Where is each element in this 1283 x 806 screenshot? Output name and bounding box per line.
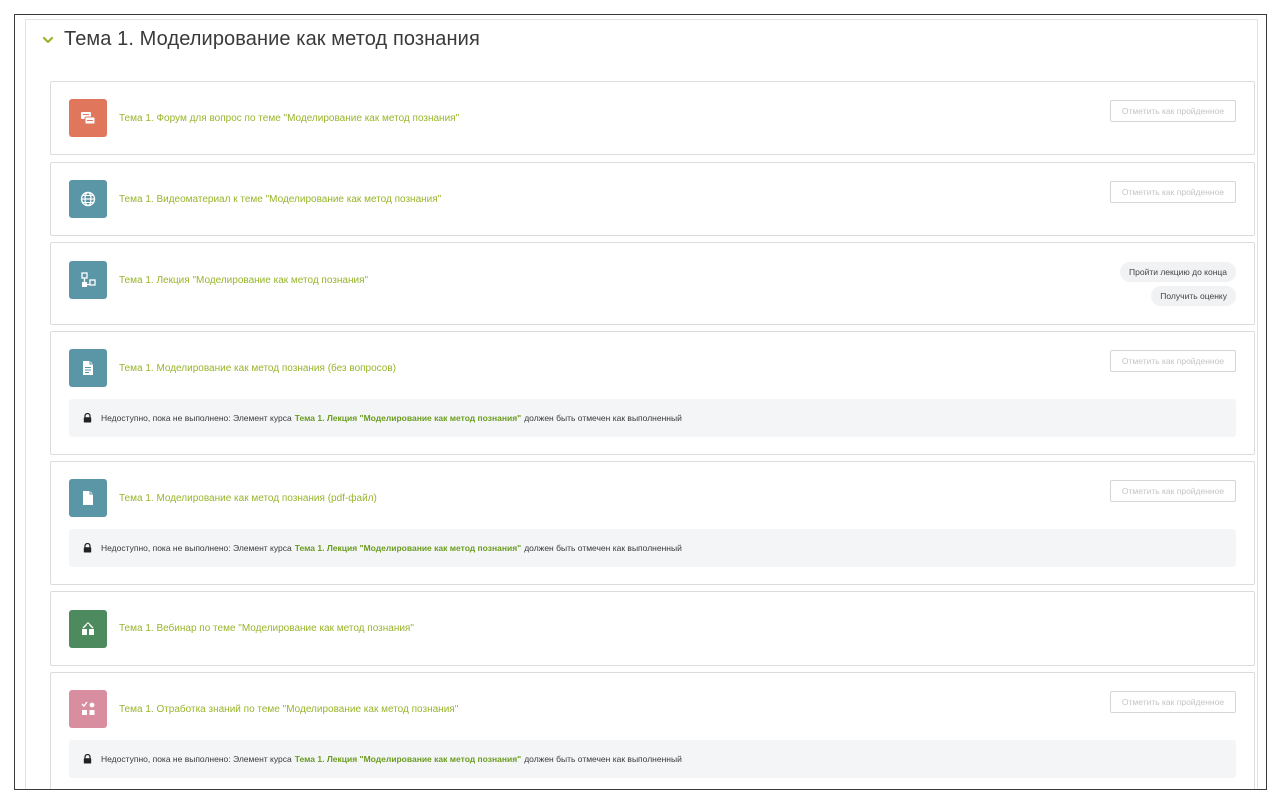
restriction-link[interactable]: Тема 1. Лекция "Моделирование как метод …: [295, 413, 521, 423]
mark-complete-button[interactable]: Отметить как пройденное: [1110, 100, 1236, 122]
activity-video: Тема 1. Видеоматериал к теме "Моделирова…: [50, 162, 1255, 236]
activity-link[interactable]: Тема 1. Отработка знаний по теме "Модели…: [119, 704, 458, 715]
completion-requirement-badge: Пройти лекцию до конца: [1120, 262, 1236, 282]
completion-requirement-badge: Получить оценку: [1151, 286, 1236, 306]
activity-link[interactable]: Тема 1. Вебинар по теме "Моделирование к…: [119, 623, 414, 634]
activity-link[interactable]: Тема 1. Лекция "Моделирование как метод …: [119, 275, 368, 286]
activity-lesson: Тема 1. Лекция "Моделирование как метод …: [50, 242, 1255, 325]
section-title: Тема 1. Моделирование как метод познания: [64, 28, 480, 50]
activity-quiz: Тема 1. Отработка знаний по теме "Модели…: [50, 672, 1255, 789]
activity-link[interactable]: Тема 1. Форум для вопрос по теме "Модели…: [119, 113, 459, 124]
file-icon[interactable]: [69, 479, 107, 517]
webinar-icon[interactable]: [69, 610, 107, 648]
course-frame: Тема 1. Моделирование как метод познания…: [14, 14, 1267, 790]
restriction-notice: Недоступно, пока не выполнено: Элемент к…: [69, 529, 1236, 567]
globe-icon[interactable]: [69, 180, 107, 218]
restriction-prefix: Недоступно, пока не выполнено: Элемент к…: [101, 754, 292, 764]
activity-webinar: Тема 1. Вебинар по теме "Моделирование к…: [50, 591, 1255, 666]
activity-link[interactable]: Тема 1. Моделирование как метод познания…: [119, 363, 396, 374]
lock-icon: [83, 754, 92, 764]
mark-complete-button[interactable]: Отметить как пройденное: [1110, 181, 1236, 203]
page-icon[interactable]: [69, 349, 107, 387]
restriction-suffix: должен быть отмечен как выполненный: [524, 543, 682, 553]
quiz-icon[interactable]: [69, 690, 107, 728]
activity-link[interactable]: Тема 1. Видеоматериал к теме "Моделирова…: [119, 194, 441, 205]
activity-page: Тема 1. Моделирование как метод познания…: [50, 331, 1255, 455]
activity-forum: Тема 1. Форум для вопрос по теме "Модели…: [50, 81, 1255, 155]
lock-icon: [83, 543, 92, 553]
section-header[interactable]: Тема 1. Моделирование как метод познания: [42, 28, 480, 51]
forum-icon[interactable]: [69, 99, 107, 137]
activity-link[interactable]: Тема 1. Моделирование как метод познания…: [119, 493, 377, 504]
chevron-down-icon[interactable]: [42, 34, 54, 46]
restriction-notice: Недоступно, пока не выполнено: Элемент к…: [69, 740, 1236, 778]
activity-file: Тема 1. Моделирование как метод познания…: [50, 461, 1255, 585]
lesson-icon[interactable]: [69, 261, 107, 299]
restriction-prefix: Недоступно, пока не выполнено: Элемент к…: [101, 543, 292, 553]
restriction-link[interactable]: Тема 1. Лекция "Моделирование как метод …: [295, 543, 521, 553]
mark-complete-button[interactable]: Отметить как пройденное: [1110, 350, 1236, 372]
course-section: Тема 1. Моделирование как метод познания…: [25, 19, 1258, 789]
mark-complete-button[interactable]: Отметить как пройденное: [1110, 691, 1236, 713]
restriction-suffix: должен быть отмечен как выполненный: [524, 413, 682, 423]
restriction-notice: Недоступно, пока не выполнено: Элемент к…: [69, 399, 1236, 437]
restriction-link[interactable]: Тема 1. Лекция "Моделирование как метод …: [295, 754, 521, 764]
restriction-suffix: должен быть отмечен как выполненный: [524, 754, 682, 764]
mark-complete-button[interactable]: Отметить как пройденное: [1110, 480, 1236, 502]
lock-icon: [83, 413, 92, 423]
restriction-prefix: Недоступно, пока не выполнено: Элемент к…: [101, 413, 292, 423]
